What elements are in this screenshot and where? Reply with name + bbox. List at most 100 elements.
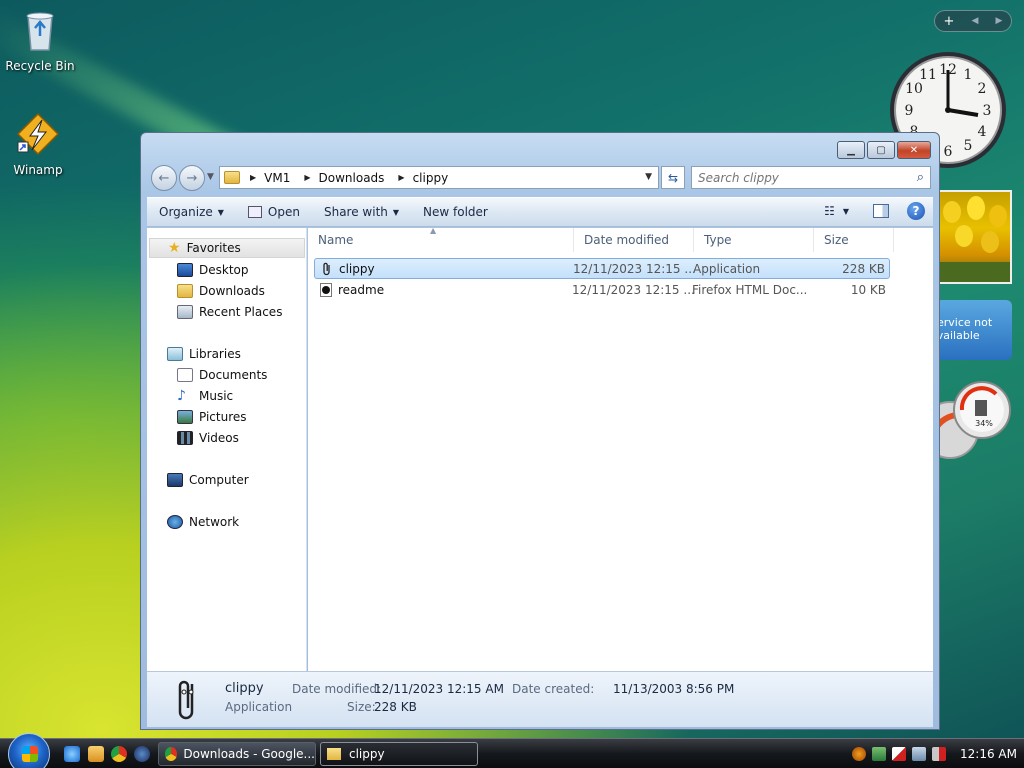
volume-muted-icon[interactable] [932, 747, 946, 761]
svg-text:1: 1 [964, 67, 973, 83]
column-label: Size [824, 233, 849, 247]
add-gadget-icon[interactable]: + [944, 14, 955, 29]
explorer-quicklaunch-icon[interactable] [88, 746, 104, 762]
breadcrumb-separator-icon[interactable]: ▶ [304, 173, 310, 182]
chrome-icon[interactable] [111, 746, 127, 762]
nav-pictures[interactable]: Pictures [177, 407, 247, 427]
details-date-modified-label: Date modified: [292, 682, 382, 696]
next-icon[interactable]: ▶ [996, 16, 1003, 26]
slideshow-gadget[interactable] [936, 190, 1012, 284]
search-box[interactable]: ⌕ [691, 166, 931, 189]
column-header-size[interactable]: Size [814, 228, 894, 252]
start-button[interactable] [8, 733, 50, 768]
refresh-icon: ⇆ [667, 170, 679, 185]
nav-documents[interactable]: Documents [177, 365, 267, 385]
svg-text:11: 11 [919, 67, 937, 83]
breadcrumb-vm1[interactable]: VM1 [264, 171, 290, 185]
cpu-meter-gadget[interactable]: 34% [940, 376, 1012, 468]
gadget-toolbar[interactable]: + ◀ ▶ [934, 10, 1012, 32]
close-icon: ✕ [909, 144, 919, 156]
nav-computer[interactable]: Computer [167, 470, 249, 490]
address-bar[interactable]: ▶ VM1 ▶ Downloads ▶ clippy ▼ [219, 166, 659, 189]
internet-explorer-icon[interactable] [64, 746, 80, 762]
breadcrumb-clippy[interactable]: clippy [413, 171, 449, 185]
search-icon[interactable]: ⌕ [917, 170, 924, 185]
network-warning-icon[interactable] [892, 747, 906, 761]
taskbar-button-chrome[interactable]: Downloads - Google... [158, 742, 316, 766]
explorer-window[interactable]: ▁ ▢ ✕ ← → ▼ ▶ VM1 ▶ Downloads ▶ clippy ▼… [140, 132, 940, 730]
column-header-type[interactable]: Type [694, 228, 814, 252]
taskbar-clock[interactable]: 12:16 AM [960, 747, 1017, 761]
taskbar-button-clippy[interactable]: clippy [320, 742, 478, 766]
search-input[interactable] [698, 170, 898, 185]
recent-places-icon [177, 305, 193, 319]
nav-label: Downloads [199, 284, 265, 298]
breadcrumb-downloads[interactable]: Downloads [319, 171, 385, 185]
organize-label: Organize [159, 205, 213, 219]
share-with-label: Share with [323, 205, 388, 219]
windows-logo-icon [22, 746, 38, 762]
column-header-date-modified[interactable]: Date modified [574, 228, 694, 252]
task-label: Downloads - Google... [183, 747, 315, 761]
svg-text:2: 2 [978, 81, 987, 97]
html-document-icon [320, 283, 332, 297]
file-list[interactable]: Name ▲ Date modified Type Size clippy 12… [308, 226, 933, 671]
desktop-icon-recycle-bin[interactable]: Recycle Bin [0, 8, 80, 73]
recycle-bin-icon [26, 12, 54, 51]
nav-favorites[interactable]: ★ Favorites [149, 238, 305, 258]
pictures-icon [177, 410, 193, 424]
chevron-down-icon: ▼ [392, 207, 400, 217]
help-icon[interactable]: ? [907, 202, 925, 220]
change-view-icon[interactable]: ☷ [824, 204, 835, 218]
open-button[interactable]: Open [236, 198, 312, 226]
back-button[interactable]: ← [151, 165, 177, 191]
forward-button[interactable]: → [179, 165, 205, 191]
share-with-button[interactable]: Share with ▼ [312, 198, 411, 226]
file-size: 228 KB [842, 262, 885, 276]
column-label: Type [704, 233, 732, 247]
details-size-label: Size: [347, 700, 376, 714]
svg-text:10: 10 [905, 81, 923, 97]
media-player-icon[interactable] [134, 746, 150, 762]
recent-pages-dropdown-icon[interactable]: ▼ [207, 172, 214, 182]
breadcrumb-separator-icon[interactable]: ▶ [398, 173, 404, 182]
libraries-icon [167, 347, 183, 361]
nav-videos[interactable]: Videos [177, 428, 239, 448]
file-row[interactable]: readme 12/11/2023 12:15 ... Firefox HTML… [314, 280, 890, 301]
new-folder-button[interactable]: New folder [411, 198, 500, 226]
file-row[interactable]: clippy 12/11/2023 12:15 ... Application … [314, 258, 890, 279]
security-tray-icon[interactable] [872, 747, 886, 761]
window-controls: ▁ ▢ ✕ [837, 141, 931, 159]
nav-libraries[interactable]: Libraries [167, 344, 241, 364]
weather-gadget[interactable]: Service not available [936, 300, 1012, 360]
star-icon: ★ [168, 240, 181, 256]
file-date: 12/11/2023 12:15 ... [573, 262, 696, 276]
chrome-icon [165, 747, 178, 761]
documents-icon [177, 368, 193, 382]
navigation-bar: ← → ▼ ▶ VM1 ▶ Downloads ▶ clippy ▼ ⇆ ⌕ [149, 163, 933, 193]
maximize-icon: ▢ [876, 144, 886, 156]
desktop-icon-winamp[interactable]: Winamp [0, 112, 78, 177]
nav-label: Network [189, 515, 240, 529]
nav-label: Videos [199, 431, 239, 445]
refresh-button[interactable]: ⇆ [661, 166, 685, 189]
preview-pane-icon[interactable] [873, 204, 889, 218]
breadcrumb-separator-icon[interactable]: ▶ [250, 173, 256, 182]
nav-desktop[interactable]: Desktop [177, 260, 249, 280]
nav-network[interactable]: Network [167, 512, 239, 532]
prev-icon[interactable]: ◀ [972, 16, 979, 26]
nav-music[interactable]: ♪ Music [177, 386, 233, 406]
system-tray: 12:16 AM [852, 739, 1024, 768]
organize-button[interactable]: Organize ▼ [147, 198, 236, 226]
search-tray-icon[interactable] [852, 747, 866, 761]
nav-recent-places[interactable]: Recent Places [177, 302, 282, 322]
address-dropdown-icon[interactable]: ▼ [645, 172, 652, 182]
minimize-button[interactable]: ▁ [837, 141, 865, 159]
view-dropdown-icon[interactable]: ▼ [843, 207, 849, 216]
column-header-name[interactable]: Name ▲ [308, 226, 574, 252]
display-tray-icon[interactable] [912, 747, 926, 761]
nav-downloads[interactable]: Downloads [177, 281, 265, 301]
maximize-button[interactable]: ▢ [867, 141, 895, 159]
file-name: clippy [339, 262, 375, 276]
close-button[interactable]: ✕ [897, 141, 931, 159]
